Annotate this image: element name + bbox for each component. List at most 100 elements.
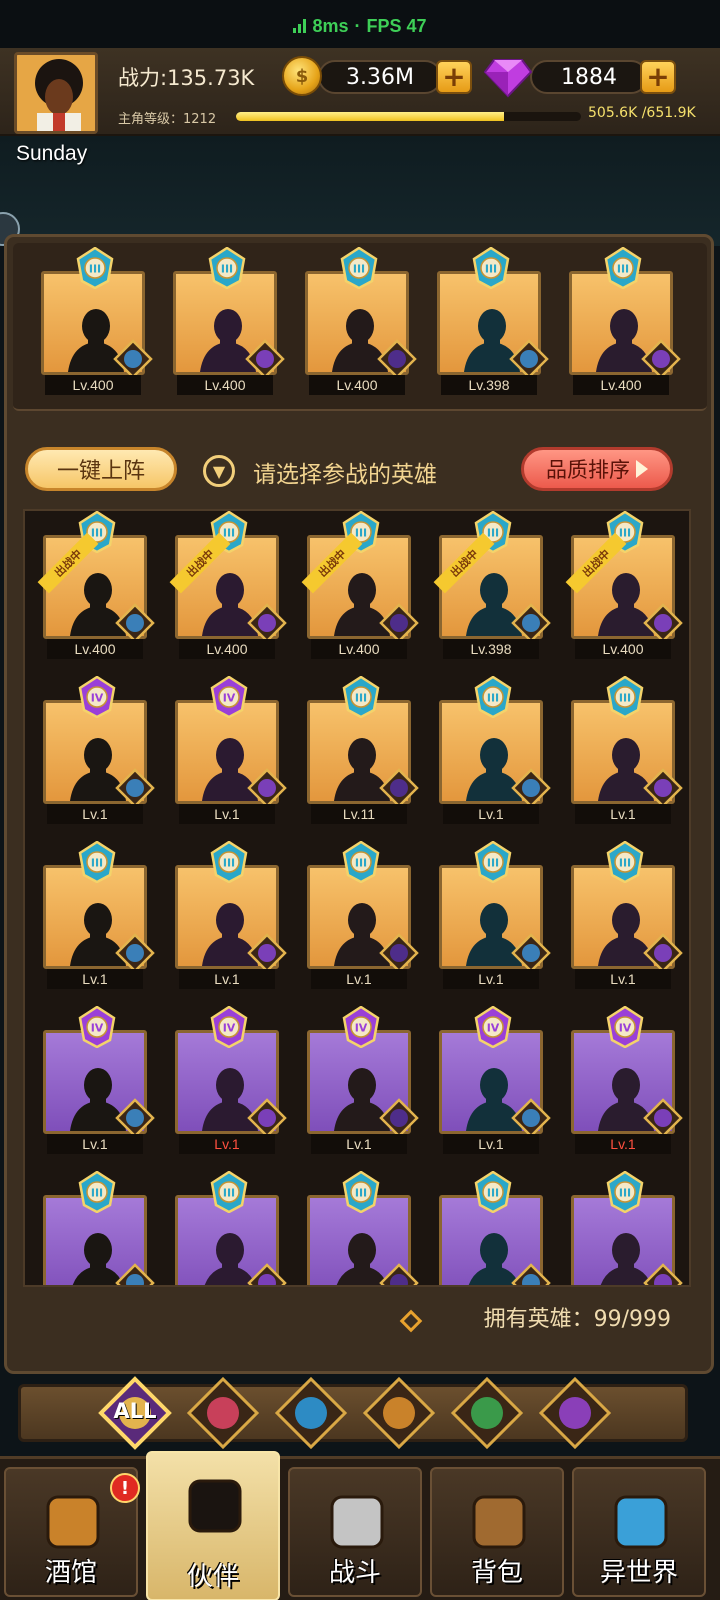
svg-text:III: III [619, 692, 631, 705]
hero-card[interactable]: III [439, 1170, 551, 1285]
player-avatar[interactable] [14, 52, 98, 134]
faction-icon [115, 1263, 155, 1285]
rank-badge-icon: IV [77, 675, 117, 719]
all-filter-icon[interactable]: ALL [98, 1376, 172, 1450]
svg-text:III: III [619, 1187, 631, 1200]
faction-icon [113, 339, 153, 379]
svg-text:III: III [221, 263, 233, 276]
select-heroes-hint: 请选择参战的英雄 [253, 462, 437, 488]
hero-card[interactable]: III 出战中 Lv.400 [565, 511, 683, 667]
bottom-nav: 酒馆! 伙伴 战斗 背包 异世界 [0, 1451, 720, 1600]
faction-icon [379, 768, 419, 808]
hero-card[interactable]: IV Lv.1 [439, 1005, 551, 1162]
hero-level: Lv.1 [575, 969, 671, 989]
hero-card[interactable]: IV Lv.1 [175, 675, 287, 832]
hero-card[interactable]: III Lv.1 [439, 675, 551, 832]
rank-badge-icon: III [77, 840, 117, 884]
team-lineup: III Lv.400 III Lv.400 III Lv.400 III Lv.… [13, 243, 707, 411]
nav-tab-0[interactable]: 酒馆! [4, 1467, 140, 1597]
arrow-down-icon: ▼ [203, 455, 235, 487]
owned-heroes-count: 拥有英雄：99/999 [483, 1307, 671, 1332]
add-gold-button[interactable]: + [436, 60, 472, 94]
rank-badge-icon: III [207, 246, 247, 290]
nav-tab-1[interactable]: 伙伴 [146, 1451, 280, 1600]
hero-card[interactable]: III [175, 1170, 287, 1285]
notification-badge: ! [110, 1473, 140, 1503]
treasure-chest-icon [472, 1495, 526, 1549]
svg-text:III: III [617, 263, 629, 276]
status-bar: 8ms · FPS 47 [0, 0, 720, 52]
nav-tab-4[interactable]: 异世界 [572, 1467, 706, 1597]
hero-card[interactable]: III Lv.1 [571, 675, 683, 832]
rank-badge-icon: III [473, 675, 513, 719]
player-header: 战力:135.73K 3.36M $ + 1884 + 主角等级：1212 50… [0, 48, 720, 136]
add-gems-button[interactable]: + [640, 60, 676, 94]
hero-card[interactable]: IV Lv.1 [571, 1005, 683, 1162]
faction-icon [247, 933, 287, 973]
hero-card[interactable]: III Lv.1 [307, 840, 419, 997]
hero-card[interactable]: III 出战中 Lv.400 [169, 511, 287, 667]
team-slot-card[interactable]: III Lv.398 [437, 246, 549, 403]
nav-tab-3[interactable]: 背包 [430, 1467, 564, 1597]
rank-badge-icon: III [471, 246, 511, 290]
hero-card[interactable]: III Lv.1 [43, 840, 155, 997]
hero-level: Lv.1 [179, 969, 275, 989]
hero-card[interactable]: IV Lv.1 [43, 675, 155, 832]
rank-badge-icon: III [341, 840, 381, 884]
hero-card[interactable]: III 出战中 Lv.400 [37, 511, 155, 667]
hero-card[interactable]: III 出战中 Lv.400 [301, 511, 419, 667]
hero-level: Lv.11 [311, 804, 407, 824]
gold-amount: 3.36M [318, 60, 442, 94]
svg-text:IV: IV [487, 1022, 500, 1035]
team-slot-card[interactable]: III Lv.400 [569, 246, 681, 403]
hero-card[interactable]: IV Lv.1 [43, 1005, 155, 1162]
monkey-faction-icon[interactable] [274, 1376, 348, 1450]
team-slot-card[interactable]: III Lv.400 [305, 246, 417, 403]
faction-icon [511, 1263, 551, 1285]
hero-card[interactable]: III [307, 1170, 419, 1285]
hero-card[interactable]: III 出战中 Lv.398 [433, 511, 551, 667]
hero-card[interactable]: IV Lv.1 [175, 1005, 287, 1162]
team-slot-card[interactable]: III Lv.400 [41, 246, 153, 403]
faction-icon [377, 339, 417, 379]
hero-card[interactable]: III [43, 1170, 155, 1285]
hero-level: Lv.1 [443, 969, 539, 989]
elf-faction-icon[interactable] [450, 1376, 524, 1450]
background-scene [0, 136, 720, 246]
nav-tab-2[interactable]: 战斗 [288, 1467, 422, 1597]
xp-bar [236, 112, 581, 121]
demon-faction-icon[interactable] [538, 1376, 612, 1450]
portal-icon [614, 1495, 668, 1549]
one-key-deploy-button[interactable]: 一键上阵 [25, 447, 177, 491]
hero-level: Lv.1 [575, 1134, 671, 1154]
faction-icon [247, 1098, 287, 1138]
hero-level: Lv.1 [575, 804, 671, 824]
hero-card[interactable]: III Lv.11 [307, 675, 419, 832]
hero-level: Lv.398 [441, 375, 537, 395]
team-slot-card[interactable]: III Lv.400 [173, 246, 285, 403]
svg-text:III: III [487, 692, 499, 705]
faction-icon [643, 1263, 683, 1285]
hero-level: Lv.400 [575, 639, 671, 659]
rank-badge-icon: III [603, 246, 643, 290]
hero-card[interactable]: III Lv.1 [439, 840, 551, 997]
nav-label: 战斗 [328, 1558, 381, 1588]
faction-icon [511, 933, 551, 973]
crown-faction-icon[interactable] [186, 1376, 260, 1450]
lion-faction-icon[interactable] [362, 1376, 436, 1450]
hero-card[interactable]: III Lv.1 [175, 840, 287, 997]
hero-card[interactable]: IV Lv.1 [307, 1005, 419, 1162]
nav-label: 背包 [470, 1558, 523, 1588]
rank-badge-icon: IV [77, 1005, 117, 1049]
rank-badge-icon: III [341, 1170, 381, 1214]
hero-card[interactable]: III Lv.1 [571, 840, 683, 997]
faction-icon [379, 1263, 419, 1285]
faction-icon [379, 933, 419, 973]
hero-card[interactable]: III [571, 1170, 683, 1285]
hero-grid[interactable]: III 出战中 Lv.400 III 出战中 Lv.400 III 出战中 Lv.40… [23, 509, 691, 1287]
faction-icon [511, 603, 551, 643]
quality-sort-button[interactable]: 品质排序 [521, 447, 673, 491]
partner-avatar-icon [188, 1479, 242, 1533]
faction-icon [643, 603, 683, 643]
rank-badge-icon: III [473, 840, 513, 884]
